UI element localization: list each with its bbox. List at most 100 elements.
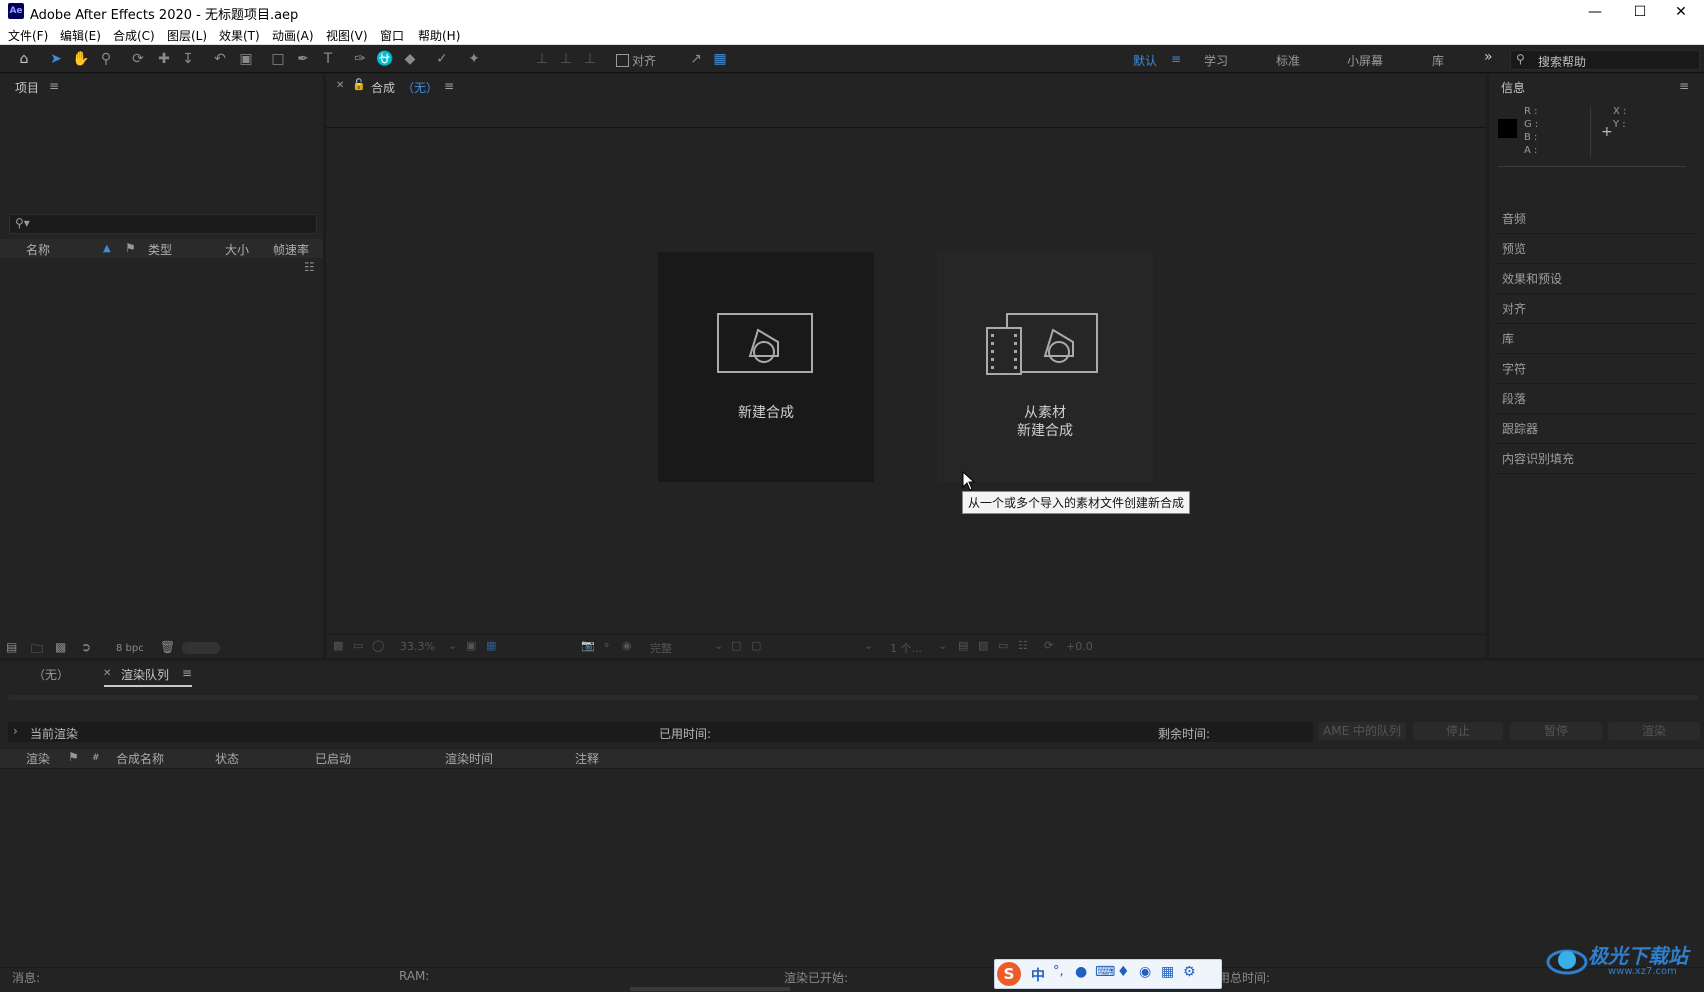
workspace-learn[interactable]: 学习 bbox=[1204, 52, 1228, 69]
region-of-interest-icon[interactable]: □ bbox=[731, 639, 741, 652]
label-tag-icon[interactable]: ⚑ bbox=[68, 750, 79, 764]
workspace-standard[interactable]: 标准 bbox=[1276, 52, 1300, 69]
display-icon[interactable]: ▭ bbox=[353, 639, 363, 652]
trash-icon[interactable]: 🗑 bbox=[160, 640, 175, 654]
menu-window[interactable]: 窗口 bbox=[380, 27, 404, 44]
info-panel-title[interactable]: 信息 bbox=[1501, 79, 1525, 96]
workspace-menu-icon[interactable]: ≡ bbox=[1171, 52, 1181, 66]
workspace-default[interactable]: 默认 bbox=[1133, 52, 1157, 69]
microphone-icon[interactable]: ● bbox=[1075, 964, 1087, 980]
column-render[interactable]: 渲染 bbox=[26, 750, 50, 767]
punctuation-icon[interactable]: °, bbox=[1053, 964, 1064, 979]
workspace-overflow-icon[interactable]: » bbox=[1484, 49, 1493, 65]
maximize-icon[interactable]: ☐ bbox=[1617, 0, 1663, 24]
stop-button[interactable]: 停止 bbox=[1413, 722, 1503, 740]
menu-animation[interactable]: 动画(A) bbox=[272, 27, 314, 44]
panel-paragraph[interactable]: 段落 bbox=[1494, 385, 1696, 414]
panel-align[interactable]: 对齐 bbox=[1494, 295, 1696, 324]
local-axis-icon[interactable]: ⊥ bbox=[532, 49, 552, 69]
chevron-down-icon[interactable]: ⌄ bbox=[864, 639, 873, 652]
zoom-tool-icon[interactable]: ⚲ bbox=[96, 49, 116, 69]
clone-stamp-tool-icon[interactable]: ⛎ bbox=[375, 49, 395, 69]
close-tab-icon[interactable]: ✕ bbox=[103, 668, 111, 679]
pause-button[interactable]: 暂停 bbox=[1510, 722, 1602, 740]
toggle-pixel-aspect-icon[interactable]: ▤ bbox=[958, 639, 968, 652]
workspace-small-screen[interactable]: 小屏幕 bbox=[1347, 52, 1383, 69]
panel-character[interactable]: 字符 bbox=[1494, 355, 1696, 384]
panel-preview[interactable]: 预览 bbox=[1494, 235, 1696, 264]
keyboard-icon[interactable]: ⌨ bbox=[1095, 964, 1115, 980]
toolbox-icon[interactable]: ▦ bbox=[1161, 964, 1174, 980]
panel-tracker[interactable]: 跟踪器 bbox=[1494, 415, 1696, 444]
panel-libraries[interactable]: 库 bbox=[1494, 325, 1696, 354]
interpret-footage-icon[interactable]: ▤ bbox=[6, 640, 17, 654]
sort-ascending-icon[interactable]: ▲ bbox=[103, 243, 111, 254]
column-size[interactable]: 大小 bbox=[225, 241, 249, 258]
vr-icon[interactable]: ◯ bbox=[372, 639, 384, 652]
composition-tab-value[interactable]: （无） bbox=[402, 79, 438, 96]
project-search-input[interactable]: ⚲▾ bbox=[9, 214, 317, 234]
reset-exposure-icon[interactable]: ⟳ bbox=[1044, 639, 1053, 652]
close-tab-icon[interactable]: ✕ bbox=[336, 80, 344, 91]
snap-checkbox[interactable] bbox=[616, 54, 629, 67]
chevron-down-icon[interactable]: ⌄ bbox=[714, 639, 723, 652]
panel-audio[interactable]: 音频 bbox=[1494, 205, 1696, 234]
expand-chevron-icon[interactable]: › bbox=[13, 724, 18, 738]
new-folder-icon[interactable]: 🗀 bbox=[31, 640, 43, 661]
fast-previews-icon[interactable]: ▧ bbox=[978, 639, 988, 652]
workspace-library[interactable]: 库 bbox=[1432, 52, 1444, 69]
ime-mode[interactable]: 中 bbox=[1031, 965, 1045, 985]
lock-icon[interactable]: 🔓 bbox=[352, 78, 366, 91]
queue-in-ame-button[interactable]: AME 中的队列 bbox=[1318, 722, 1406, 740]
render-queue-menu-icon[interactable]: ≡ bbox=[182, 666, 192, 680]
show-snapshot-icon[interactable]: ⚬ bbox=[602, 639, 611, 652]
minimize-icon[interactable]: — bbox=[1572, 0, 1618, 24]
snap-features-icon[interactable]: ▦ bbox=[710, 49, 730, 69]
bpc-button[interactable]: 8 bpc bbox=[116, 643, 144, 654]
search-help-input[interactable]: ⚲ 搜索帮助 bbox=[1510, 50, 1700, 70]
new-composition-card[interactable]: 新建合成 bbox=[658, 252, 874, 482]
rotation-tool-icon[interactable]: ↶ bbox=[210, 49, 230, 69]
menu-file[interactable]: 文件(F) bbox=[8, 27, 48, 44]
column-comment[interactable]: 注释 bbox=[575, 750, 599, 767]
pen-tool-icon[interactable]: ✒ bbox=[293, 49, 313, 69]
menu-view[interactable]: 视图(V) bbox=[326, 27, 368, 44]
transparency-grid-icon[interactable]: ▦ bbox=[486, 639, 496, 652]
menu-composition[interactable]: 合成(C) bbox=[113, 27, 155, 44]
label-tag-icon[interactable]: ⚑ bbox=[125, 241, 136, 255]
zoom-select[interactable]: 33.3% bbox=[400, 640, 435, 653]
sogou-logo-icon[interactable]: S bbox=[997, 962, 1021, 986]
selection-tool-icon[interactable]: ➤ bbox=[46, 49, 66, 69]
render-queue-tab[interactable]: 渲染队列 bbox=[121, 666, 169, 683]
snapshot-icon[interactable]: 📷 bbox=[581, 639, 595, 652]
thumbnail-slider[interactable] bbox=[182, 642, 220, 654]
column-status[interactable]: 状态 bbox=[215, 750, 239, 767]
view-axis-icon[interactable]: ⊥ bbox=[580, 49, 600, 69]
close-icon[interactable]: ✕ bbox=[1658, 0, 1704, 24]
new-composition-from-footage-card[interactable]: 从素材 新建合成 bbox=[937, 252, 1153, 482]
pan-behind-tool-icon[interactable]: ▣ bbox=[236, 49, 256, 69]
adjust-project-settings-icon[interactable]: ➲ bbox=[81, 640, 91, 654]
skin-icon[interactable]: ♦ bbox=[1117, 964, 1130, 980]
hand-tool-icon[interactable]: ✋ bbox=[71, 49, 91, 69]
quality-select[interactable]: 完整 bbox=[650, 640, 672, 656]
composition-tab-label[interactable]: 合成 bbox=[371, 79, 395, 96]
puppet-pin-tool-icon[interactable]: ✦ bbox=[464, 49, 484, 69]
channel-icon[interactable]: ◉ bbox=[622, 639, 632, 652]
dolly-camera-icon[interactable]: ↧ bbox=[178, 49, 198, 69]
chevron-down-icon[interactable]: ⌄ bbox=[938, 639, 947, 652]
flowchart-icon[interactable]: ☷ bbox=[304, 260, 315, 274]
scrollbar-thumb[interactable] bbox=[630, 987, 790, 991]
brush-tool-icon[interactable]: ✑ bbox=[350, 49, 370, 69]
exposure-value[interactable]: +0.0 bbox=[1066, 640, 1093, 653]
orbit-camera-icon[interactable]: ⟳ bbox=[128, 49, 148, 69]
column-started[interactable]: 已启动 bbox=[315, 750, 351, 767]
panel-effects-presets[interactable]: 效果和预设 bbox=[1494, 265, 1696, 294]
chevron-down-icon[interactable]: ⌄ bbox=[448, 639, 457, 652]
menu-layer[interactable]: 图层(L) bbox=[167, 27, 207, 44]
column-comp-name[interactable]: 合成名称 bbox=[116, 750, 164, 767]
timeline-icon[interactable]: ▭ bbox=[998, 639, 1008, 652]
column-name[interactable]: 名称 bbox=[26, 241, 50, 258]
settings-icon[interactable]: ⚙ bbox=[1183, 964, 1196, 980]
menu-help[interactable]: 帮助(H) bbox=[418, 27, 460, 44]
